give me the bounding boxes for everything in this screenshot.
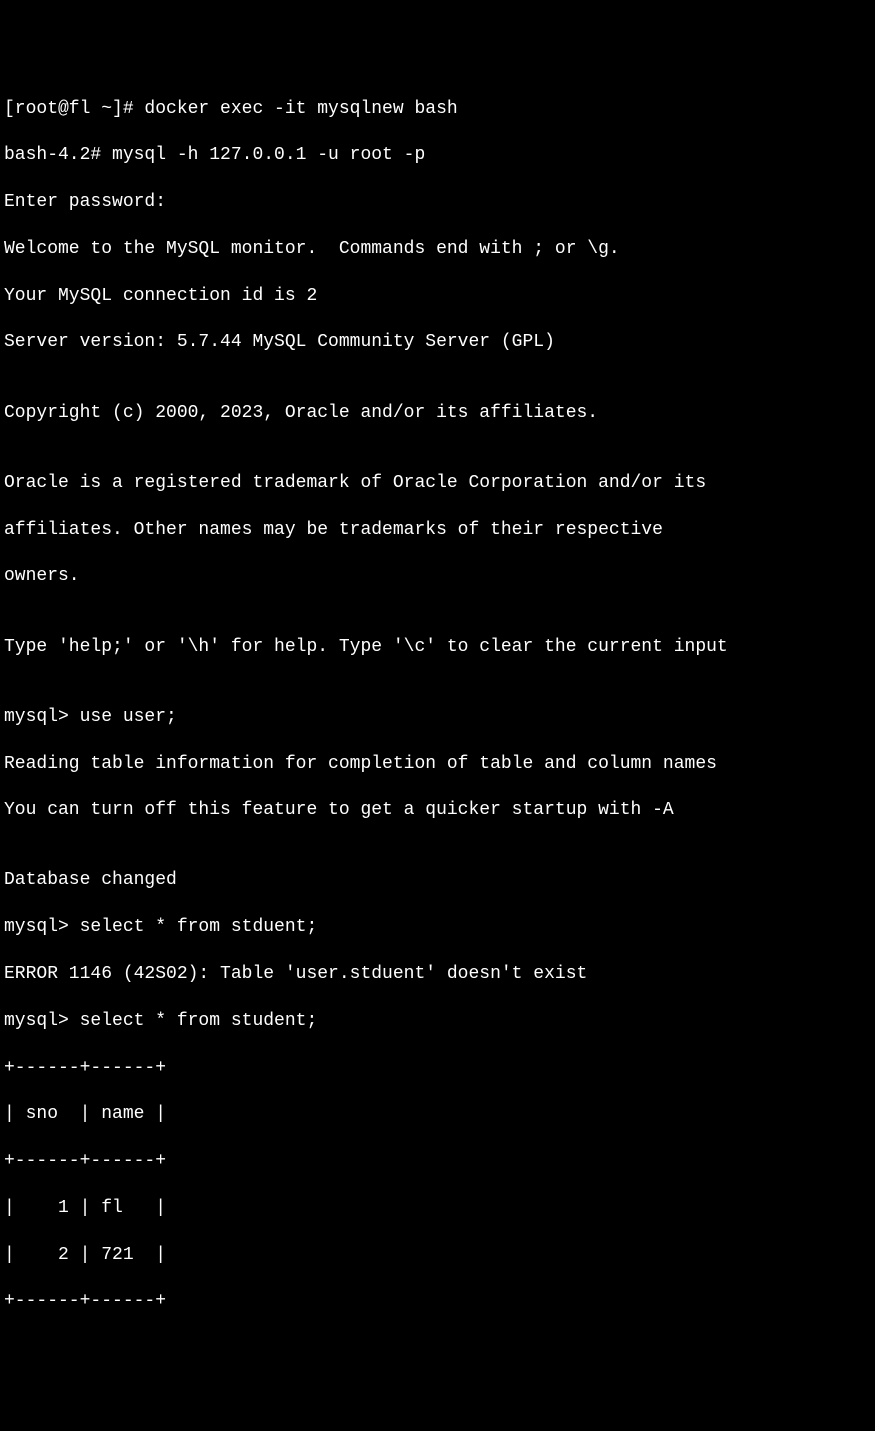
mysql-help-hint: Type 'help;' or '\h' for help. Type '\c'… [4, 636, 871, 659]
table-border-bottom: +------+------+ [4, 1290, 871, 1313]
table-row: | 2 | 721 | [4, 1244, 871, 1267]
mysql-server-version: Server version: 5.7.44 MySQL Community S… [4, 331, 871, 354]
mysql-trademark-3: owners. [4, 565, 871, 588]
mysql-connection-id: Your MySQL connection id is 2 [4, 285, 871, 308]
table-border-top: +------+------+ [4, 1057, 871, 1080]
bash-prompt-line[interactable]: bash-4.2# mysql -h 127.0.0.1 -u root -p [4, 144, 871, 167]
password-prompt[interactable]: Enter password: [4, 191, 871, 214]
shell-prompt-line[interactable]: [root@fl ~]# docker exec -it mysqlnew ba… [4, 98, 871, 121]
mysql-welcome: Welcome to the MySQL monitor. Commands e… [4, 238, 871, 261]
mysql-prompt-select-1[interactable]: mysql> select * from stduent; [4, 916, 871, 939]
mysql-prompt-use[interactable]: mysql> use user; [4, 706, 871, 729]
mysql-db-changed: Database changed [4, 869, 871, 892]
mysql-trademark-2: affiliates. Other names may be trademark… [4, 519, 871, 542]
mysql-error: ERROR 1146 (42S02): Table 'user.stduent'… [4, 963, 871, 986]
mysql-reading-tables: Reading table information for completion… [4, 753, 871, 776]
mysql-prompt-select-2[interactable]: mysql> select * from student; [4, 1010, 871, 1033]
table-row: | 1 | fl | [4, 1197, 871, 1220]
table-header: | sno | name | [4, 1103, 871, 1126]
mysql-copyright: Copyright (c) 2000, 2023, Oracle and/or … [4, 402, 871, 425]
mysql-trademark-1: Oracle is a registered trademark of Orac… [4, 472, 871, 495]
table-border-mid: +------+------+ [4, 1150, 871, 1173]
mysql-startup-hint: You can turn off this feature to get a q… [4, 799, 871, 822]
